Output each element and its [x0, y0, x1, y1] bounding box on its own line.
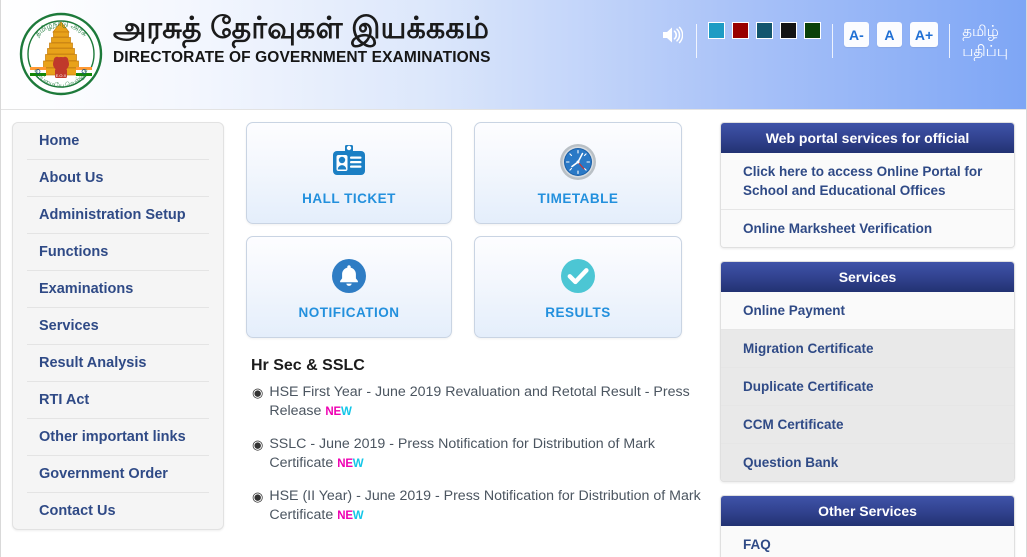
- panel-row-online-portal-school[interactable]: Click here to access Online Portal for S…: [721, 153, 1014, 210]
- main-content: HALL TICKET TIMETABLE NOTIFICATION RESUL…: [224, 122, 720, 557]
- timetable-card-label: TIMETABLE: [537, 191, 619, 206]
- panel-services: Services Online Payment Migration Certif…: [720, 261, 1015, 482]
- panel-row-duplicate-certificate[interactable]: Duplicate Certificate: [721, 368, 1014, 406]
- left-sidebar-nav: Home About Us Administration Setup Funct…: [12, 122, 224, 530]
- sidebar-item-home[interactable]: Home: [27, 123, 209, 160]
- page-root: E.O.X தமிழ்நாடு அரசு வாய்மையே வெல்லும் அ…: [0, 0, 1027, 557]
- panel-web-portal-services-title: Web portal services for official: [721, 123, 1014, 153]
- audio-group: [648, 22, 696, 48]
- results-card-label: RESULTS: [545, 305, 611, 320]
- list-item: ◉ HSE First Year - June 2019 Revaluation…: [252, 383, 706, 422]
- news-list: ◉ HSE First Year - June 2019 Revaluation…: [246, 383, 706, 526]
- panel-row-question-bank[interactable]: Question Bank: [721, 444, 1014, 481]
- sidebar-item-functions[interactable]: Functions: [27, 234, 209, 271]
- header-toolbar: A- A A+ தமிழ் பதிப்பு: [648, 22, 1012, 63]
- new-badge: NEW: [337, 458, 364, 470]
- tamil-nadu-state-emblem: E.O.X தமிழ்நாடு அரசு வாய்மையே வெல்லும்: [15, 8, 107, 100]
- sidebar-item-government-order[interactable]: Government Order: [27, 456, 209, 493]
- bullet-circle-dot-icon: ◉: [252, 437, 264, 452]
- page-title-tamil: அரசுத் தேர்வுகள் இயக்ககம்: [113, 12, 490, 45]
- theme-cyan-swatch[interactable]: [707, 22, 725, 39]
- svg-text:E.O.X: E.O.X: [56, 73, 67, 78]
- panel-other-services-title: Other Services: [721, 496, 1014, 526]
- font-size-group: A- A A+: [833, 22, 949, 47]
- sidebar-item-rti-act[interactable]: RTI Act: [27, 382, 209, 419]
- quick-links-card-grid: HALL TICKET TIMETABLE NOTIFICATION RESUL…: [246, 122, 706, 338]
- theme-black-swatch[interactable]: [779, 22, 797, 39]
- list-item: ◉ SSLC - June 2019 - Press Notification …: [252, 435, 706, 474]
- panel-other-services: Other Services FAQ: [720, 495, 1015, 557]
- font-normal-button[interactable]: A: [876, 22, 902, 47]
- timetable-card[interactable]: TIMETABLE: [474, 122, 682, 224]
- font-increase-button[interactable]: A+: [909, 22, 939, 47]
- results-card[interactable]: RESULTS: [474, 236, 682, 338]
- sidebar-item-result-analysis[interactable]: Result Analysis: [27, 345, 209, 382]
- notification-card[interactable]: NOTIFICATION: [246, 236, 452, 338]
- clock-icon: [559, 140, 597, 184]
- id-badge-icon: [329, 140, 369, 184]
- check-circle-icon: [558, 254, 598, 298]
- theme-dark-red-swatch[interactable]: [731, 22, 749, 39]
- sidebar-item-other-important-links[interactable]: Other important links: [27, 419, 209, 456]
- new-badge: NEW: [337, 510, 364, 522]
- news-link-text: SSLC - June 2019 - Press Notification fo…: [269, 436, 655, 471]
- sidebar-item-about-us[interactable]: About Us: [27, 160, 209, 197]
- news-link[interactable]: HSE (II Year) - June 2019 - Press Notifi…: [269, 487, 706, 526]
- body-area: Home About Us Administration Setup Funct…: [1, 110, 1026, 557]
- sidebar-item-administration-setup[interactable]: Administration Setup: [27, 197, 209, 234]
- sidebar-item-services[interactable]: Services: [27, 308, 209, 345]
- news-link-text: HSE (II Year) - June 2019 - Press Notifi…: [269, 488, 701, 523]
- panel-row-ccm-certificate[interactable]: CCM Certificate: [721, 406, 1014, 444]
- theme-teal-swatch[interactable]: [755, 22, 773, 39]
- hall-ticket-card-label: HALL TICKET: [302, 191, 396, 206]
- page-title-english: DIRECTORATE OF GOVERNMENT EXAMINATIONS: [113, 48, 491, 66]
- list-item: ◉ HSE (II Year) - June 2019 - Press Noti…: [252, 487, 706, 526]
- sidebar-item-examinations[interactable]: Examinations: [27, 271, 209, 308]
- site-title-block: அரசுத் தேர்வுகள் இயக்ககம் DIRECTORATE OF…: [113, 10, 491, 67]
- notification-card-label: NOTIFICATION: [298, 305, 400, 320]
- theme-swatch-group: [697, 22, 832, 39]
- speaker-icon[interactable]: [659, 22, 685, 48]
- panel-row-online-payment[interactable]: Online Payment: [721, 292, 1014, 330]
- news-link[interactable]: SSLC - June 2019 - Press Notification fo…: [269, 435, 706, 474]
- panel-row-migration-certificate[interactable]: Migration Certificate: [721, 330, 1014, 368]
- new-badge: NEW: [325, 406, 352, 418]
- bullet-circle-dot-icon: ◉: [252, 489, 264, 504]
- panel-row-faq[interactable]: FAQ: [721, 526, 1014, 557]
- hall-ticket-card[interactable]: HALL TICKET: [246, 122, 452, 224]
- site-header: E.O.X தமிழ்நாடு அரசு வாய்மையே வெல்லும் அ…: [1, 0, 1026, 110]
- right-sidebar: Web portal services for official Click h…: [720, 122, 1015, 557]
- news-link[interactable]: HSE First Year - June 2019 Revaluation a…: [269, 383, 706, 422]
- bullet-circle-dot-icon: ◉: [252, 385, 264, 400]
- bell-icon: [329, 254, 369, 298]
- panel-row-online-marksheet-verification[interactable]: Online Marksheet Verification: [721, 210, 1014, 247]
- panel-web-portal-services: Web portal services for official Click h…: [720, 122, 1015, 248]
- sidebar-item-contact-us[interactable]: Contact Us: [27, 493, 209, 529]
- theme-dark-green-swatch[interactable]: [803, 22, 821, 39]
- panel-services-title: Services: [721, 262, 1014, 292]
- font-decrease-button[interactable]: A-: [843, 22, 869, 47]
- news-section-heading: Hr Sec & SSLC: [251, 357, 365, 374]
- language-toggle-tamil[interactable]: தமிழ் பதிப்பு: [950, 22, 1012, 63]
